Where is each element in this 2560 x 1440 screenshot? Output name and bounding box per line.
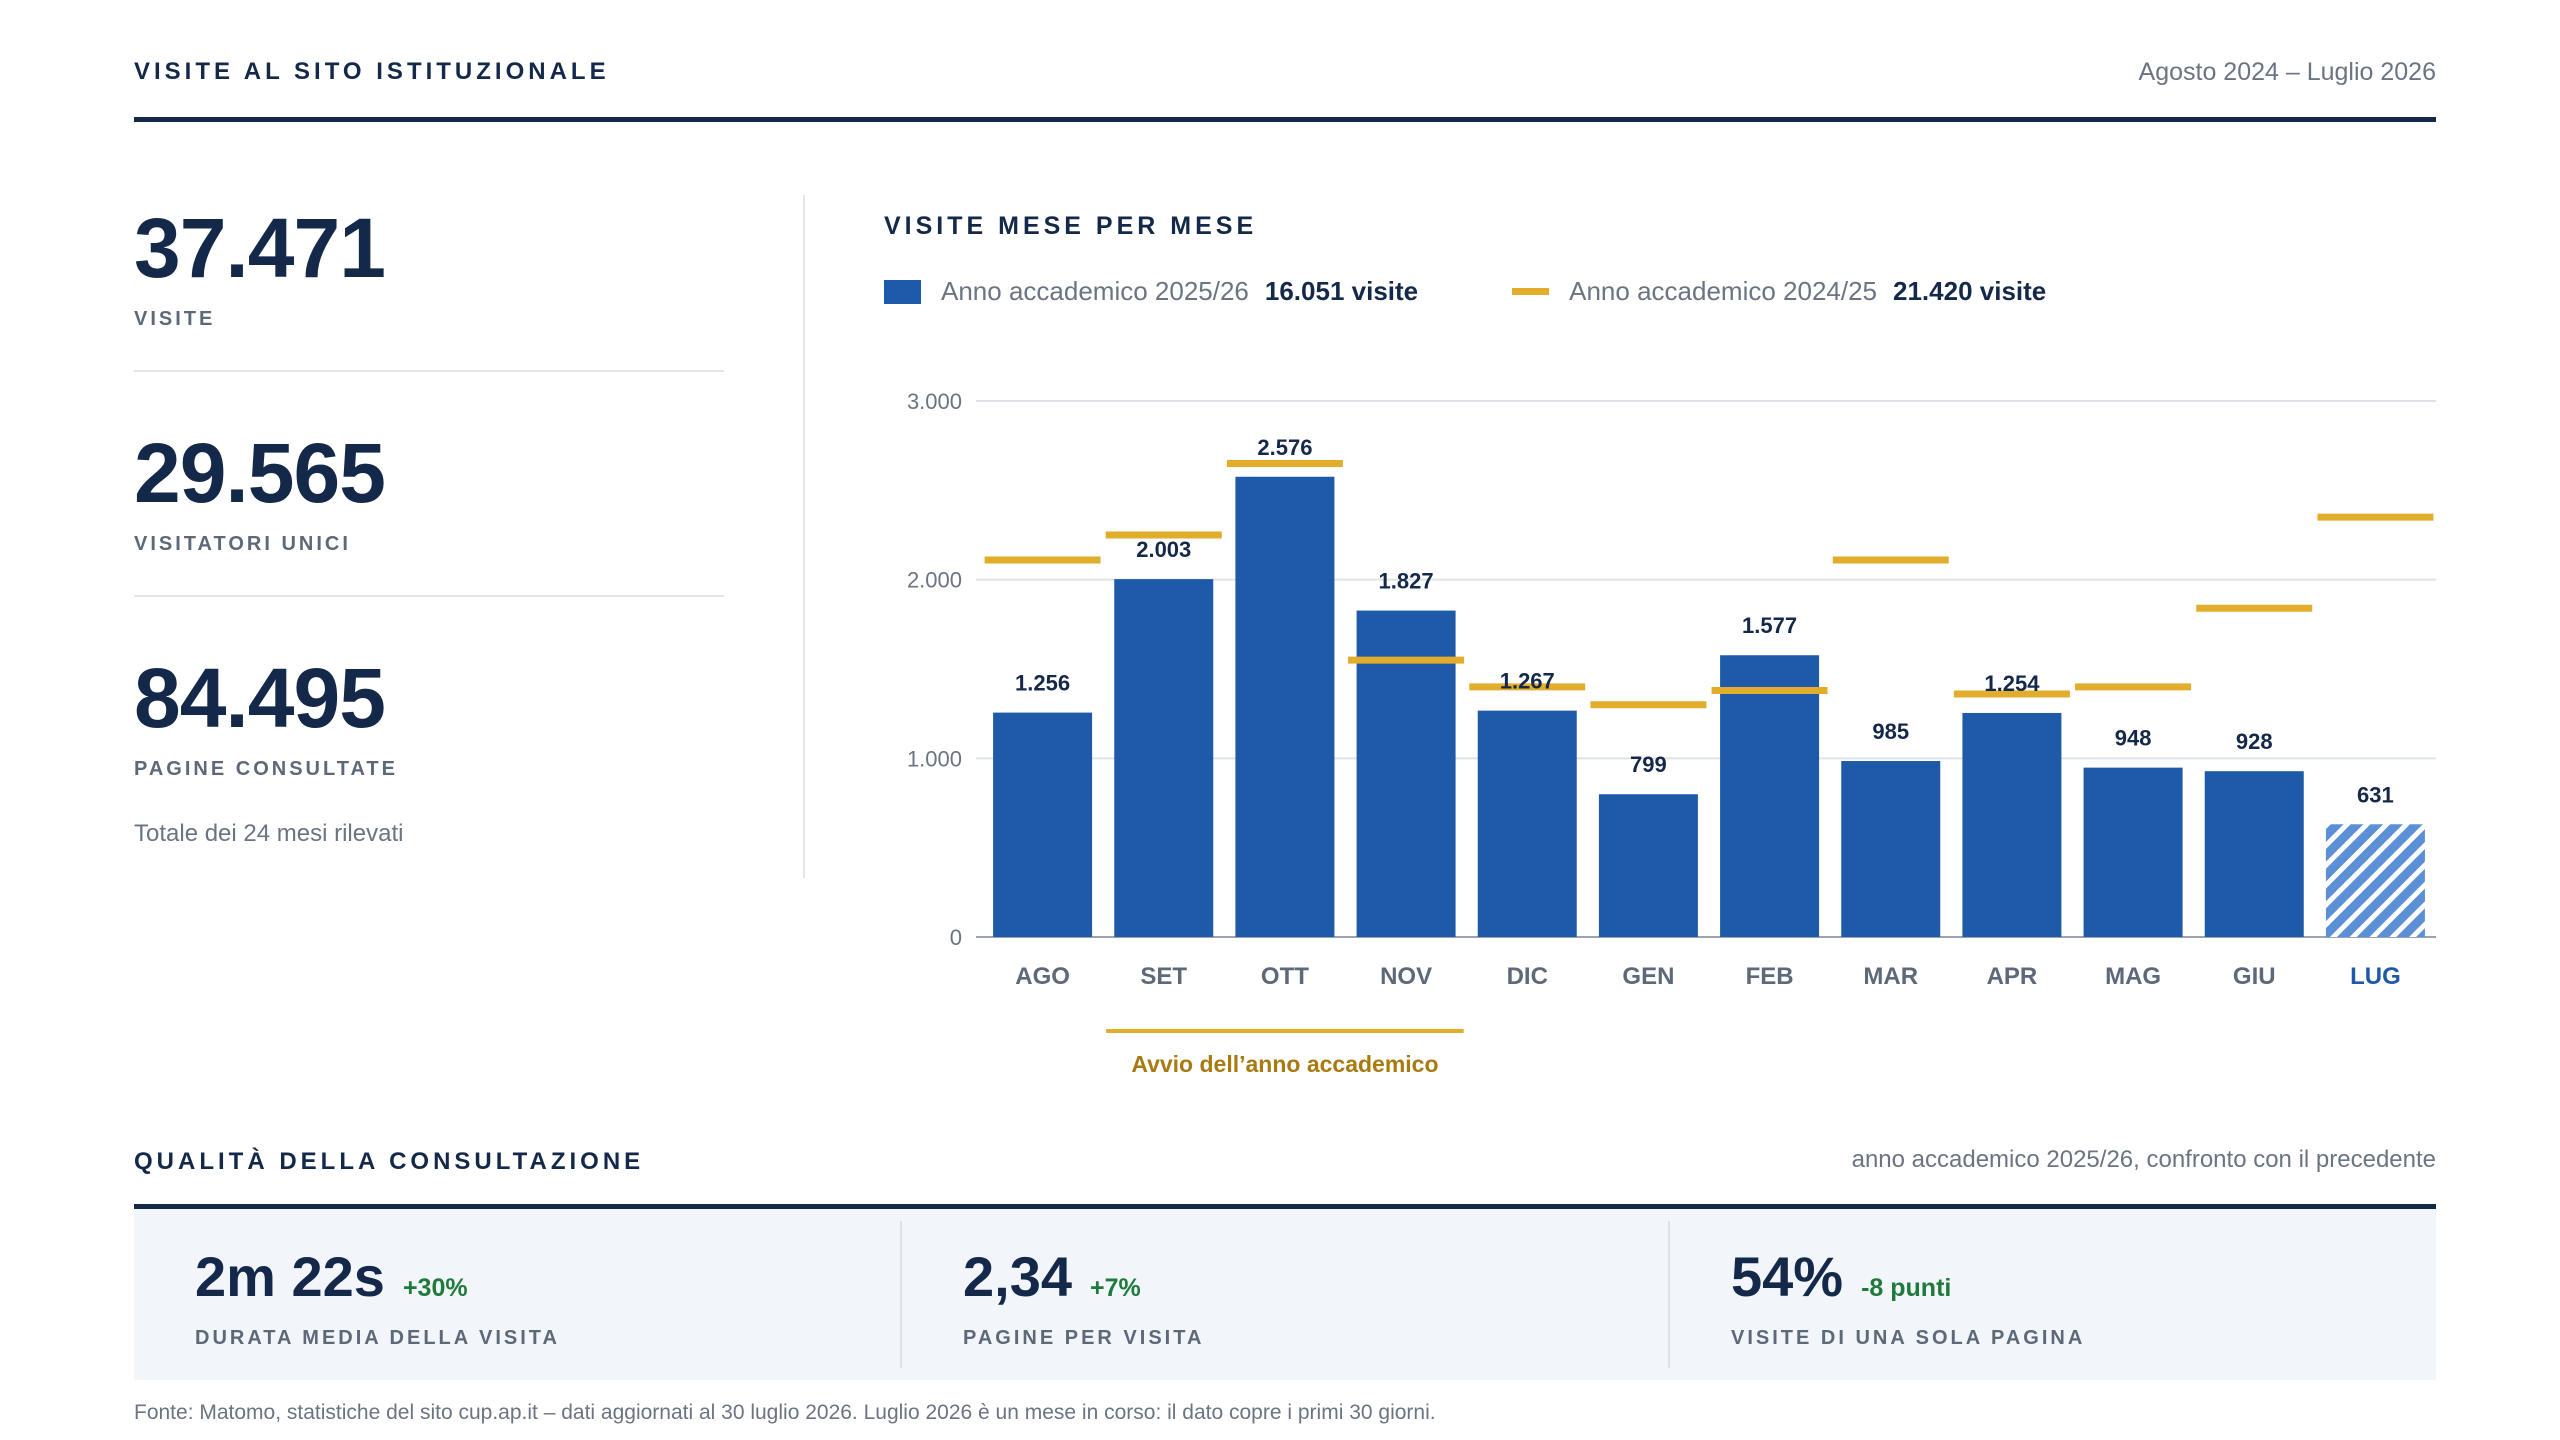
metric-avg-duration: 2m 22s +30% DURATA MEDIA DELLA VISITA <box>134 1209 900 1380</box>
y-tick-label: 1.000 <box>907 746 962 771</box>
metric-value: 2m 22s <box>195 1245 385 1308</box>
metric-value: 54% <box>1731 1245 1844 1308</box>
quality-subtitle: anno accademico 2025/26, confronto con i… <box>1851 1146 2436 1173</box>
bar-value-label: 1.577 <box>1742 613 1797 638</box>
y-tick-label: 0 <box>950 925 962 950</box>
bar-value-label: 1.827 <box>1379 569 1434 594</box>
x-tick-label: OTT <box>1261 963 1309 990</box>
bar-value-label: 985 <box>1872 719 1909 744</box>
bar-value-label: 1.267 <box>1500 669 1555 694</box>
bar <box>1720 655 1820 937</box>
bar-value-label: 2.003 <box>1136 537 1191 562</box>
metric-pages-per-visit: 2,34 +7% PAGINE PER VISITA <box>900 1221 1668 1368</box>
metric-value: 2,34 <box>963 1245 1072 1308</box>
bar-chart: 0 1.000 2.000 3.000 1.256 2.003 2.576 1.827 1.2… <box>907 389 2436 1077</box>
x-tick-label: FEB <box>1746 963 1794 990</box>
bar <box>1477 710 1577 937</box>
x-tick-label: SET <box>1140 963 1187 990</box>
x-tick-label: MAR <box>1863 963 1918 990</box>
bar-value-label: 1.256 <box>1015 671 1070 696</box>
metric-label: DURATA MEDIA DELLA VISITA <box>195 1327 560 1349</box>
bar-value-label: 928 <box>2236 729 2273 754</box>
bar <box>993 712 1093 937</box>
x-tick-label-current: LUG <box>2350 963 2401 990</box>
bar <box>1235 476 1335 937</box>
bar-value-label: 631 <box>2357 782 2394 807</box>
x-tick-label: NOV <box>1380 963 1432 990</box>
x-tick-label: MAG <box>2105 963 2161 990</box>
metric-bounce: 54% -8 punti VISITE DI UNA SOLA PAGINA <box>1668 1221 2436 1368</box>
bar <box>1598 794 1698 937</box>
bar <box>1841 761 1941 937</box>
quality-title: QUALITÀ DELLA CONSULTAZIONE <box>134 1148 645 1175</box>
x-tick-label: AGO <box>1015 963 1070 990</box>
x-tick-label: GEN <box>1622 963 1674 990</box>
bar <box>1114 579 1214 937</box>
bar-value-label: 1.254 <box>1984 671 2040 696</box>
metric-delta: +7% <box>1090 1274 1141 1302</box>
bar-value-label: 799 <box>1630 752 1667 777</box>
bar-partial-month <box>2325 824 2425 937</box>
bar <box>2204 771 2304 937</box>
x-tick-label: DIC <box>1507 963 1548 990</box>
annotation-label: Avvio dell’anno accademico <box>1131 1051 1438 1077</box>
bar <box>1962 712 2062 937</box>
x-tick-label: GIU <box>2233 963 2276 990</box>
x-tick-label: APR <box>1987 963 2038 990</box>
metric-label: VISITE DI UNA SOLA PAGINA <box>1731 1327 2086 1349</box>
bar-value-label: 2.576 <box>1257 435 1312 460</box>
y-tick-label: 3.000 <box>907 389 962 414</box>
quality-panel: 2m 22s +30% DURATA MEDIA DELLA VISITA 2,… <box>134 1209 2436 1380</box>
source-footnote: Fonte: Matomo, statistiche del sito cup.… <box>134 1401 1436 1424</box>
metric-delta: -8 punti <box>1861 1274 1952 1302</box>
metric-delta: +30% <box>402 1274 468 1302</box>
bar <box>2083 767 2183 937</box>
y-tick-label: 2.000 <box>907 568 962 593</box>
bar-value-label: 948 <box>2115 726 2152 751</box>
metric-label: PAGINE PER VISITA <box>963 1327 1205 1349</box>
